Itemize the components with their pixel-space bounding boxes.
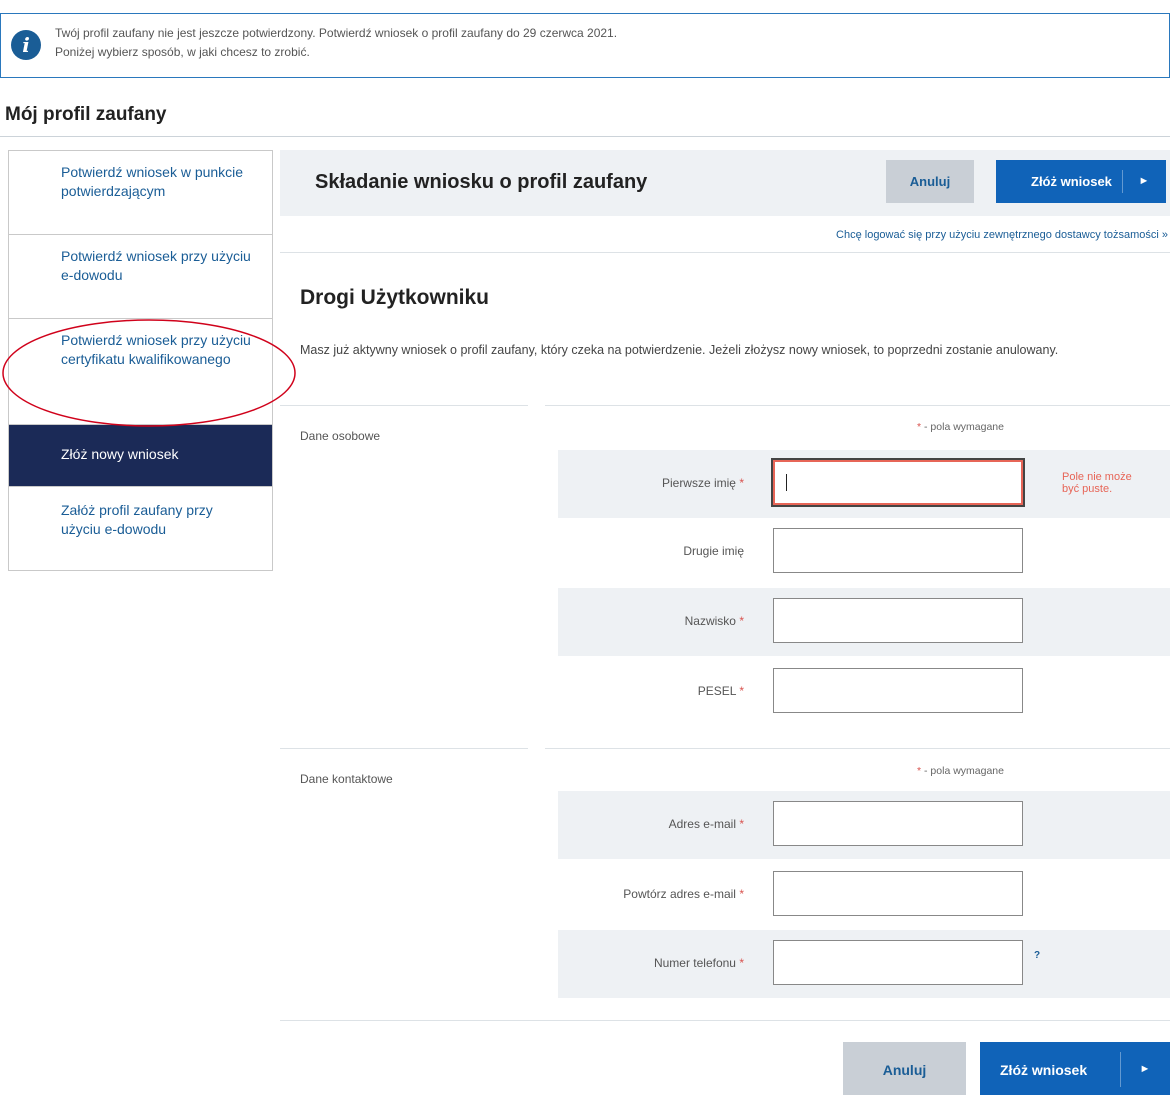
second-name-label: Drugie imię bbox=[683, 544, 744, 558]
external-identity-link[interactable]: Chcę logować się przy użyciu zewnętrzneg… bbox=[836, 229, 1168, 241]
field-label: PESEL * bbox=[697, 684, 744, 698]
submit-button-bottom[interactable]: Złóż wniosek ► bbox=[980, 1042, 1170, 1095]
cancel-button-bottom[interactable]: Anuluj bbox=[843, 1042, 966, 1095]
section-divider bbox=[280, 748, 528, 749]
divider bbox=[280, 252, 1170, 253]
surname-input[interactable] bbox=[773, 598, 1023, 643]
required-note-text: - pola wymagane bbox=[924, 421, 1004, 433]
page-title: Mój profil zaufany bbox=[5, 104, 167, 125]
sidebar-item-confirm-at-point[interactable]: Potwierdź wniosek w punkcie potwierdzają… bbox=[9, 151, 272, 235]
form-title: Składanie wniosku o profil zaufany bbox=[315, 171, 648, 193]
second-name-input[interactable] bbox=[773, 528, 1023, 573]
info-icon: i bbox=[11, 30, 41, 60]
greeting-heading: Drogi Użytkowniku bbox=[300, 286, 490, 309]
field-label: Powtórz adres e-mail * bbox=[623, 887, 744, 901]
arrow-right-icon: ► bbox=[1120, 1042, 1170, 1095]
sidebar-item-confirm-certificate[interactable]: Potwierdź wniosek przy użyciu certyfikat… bbox=[9, 319, 272, 425]
form-header: Składanie wniosku o profil zaufany Anulu… bbox=[280, 150, 1170, 216]
phone-label: Numer telefonu bbox=[653, 956, 736, 970]
email-repeat-input[interactable] bbox=[773, 871, 1023, 916]
submit-button[interactable]: Złóż wniosek ► bbox=[996, 160, 1166, 203]
alert-line-2: Poniżej wybierz sposób, w jaki chcesz to… bbox=[55, 45, 310, 59]
section-label-contact: Dane kontaktowe bbox=[300, 772, 393, 786]
required-note: * - pola wymagane bbox=[917, 421, 1004, 433]
field-row-surname: Nazwisko * bbox=[558, 588, 1170, 656]
field-row-phone: Numer telefonu * ? bbox=[558, 930, 1170, 998]
cancel-button[interactable]: Anuluj bbox=[886, 160, 974, 203]
alert-line-1: Twój profil zaufany nie jest jeszcze pot… bbox=[55, 26, 618, 40]
field-label: Numer telefonu * bbox=[653, 956, 744, 970]
help-icon[interactable]: ? bbox=[1034, 950, 1040, 961]
sidebar-item-create-edowod[interactable]: Załóż profil zaufany przy użyciu e-dowod… bbox=[9, 487, 272, 570]
first-name-label: Pierwsze imię bbox=[661, 476, 736, 490]
field-label: Nazwisko * bbox=[684, 614, 744, 628]
field-row-email-repeat: Powtórz adres e-mail * bbox=[558, 861, 1170, 929]
required-note-text: - pola wymagane bbox=[924, 765, 1004, 777]
error-message: Pole nie może być puste. bbox=[1062, 471, 1132, 495]
email-repeat-label: Powtórz adres e-mail bbox=[623, 887, 736, 901]
first-name-input[interactable] bbox=[773, 460, 1023, 505]
pesel-label: PESEL bbox=[697, 684, 736, 698]
sidebar-item-new-application[interactable]: Złóż nowy wniosek bbox=[9, 425, 272, 487]
field-row-first-name: Pierwsze imię * Pole nie może być puste. bbox=[558, 450, 1170, 518]
field-row-email: Adres e-mail * bbox=[558, 791, 1170, 859]
divider bbox=[280, 1020, 1170, 1021]
section-divider bbox=[545, 405, 1170, 406]
email-label: Adres e-mail bbox=[668, 817, 736, 831]
email-input[interactable] bbox=[773, 801, 1023, 846]
field-label: Adres e-mail * bbox=[668, 817, 744, 831]
pesel-input[interactable] bbox=[773, 668, 1023, 713]
field-label: Pierwsze imię * bbox=[661, 476, 744, 490]
alert-text: Twój profil zaufany nie jest jeszcze pot… bbox=[55, 24, 617, 62]
field-row-second-name: Drugie imię bbox=[558, 518, 1170, 586]
notice-text: Masz już aktywny wniosek o profil zaufan… bbox=[300, 343, 1059, 357]
section-divider bbox=[545, 748, 1170, 749]
field-row-pesel: PESEL * bbox=[558, 658, 1170, 726]
text-caret bbox=[786, 474, 787, 491]
section-label-personal: Dane osobowe bbox=[300, 429, 381, 443]
info-alert: i Twój profil zaufany nie jest jeszcze p… bbox=[0, 13, 1170, 78]
section-divider bbox=[280, 405, 528, 406]
submit-button-label: Złóż wniosek bbox=[1000, 1061, 1088, 1078]
surname-label: Nazwisko bbox=[684, 614, 736, 628]
title-divider bbox=[0, 136, 1170, 137]
required-note: * - pola wymagane bbox=[917, 765, 1004, 777]
submit-button-label: Złóż wniosek bbox=[1031, 174, 1112, 189]
sidebar-item-confirm-edowod[interactable]: Potwierdź wniosek przy użyciu e-dowodu bbox=[9, 235, 272, 319]
arrow-right-icon: ► bbox=[1122, 160, 1166, 203]
sidebar-nav: Potwierdź wniosek w punkcie potwierdzają… bbox=[8, 150, 273, 571]
phone-input[interactable] bbox=[773, 940, 1023, 985]
